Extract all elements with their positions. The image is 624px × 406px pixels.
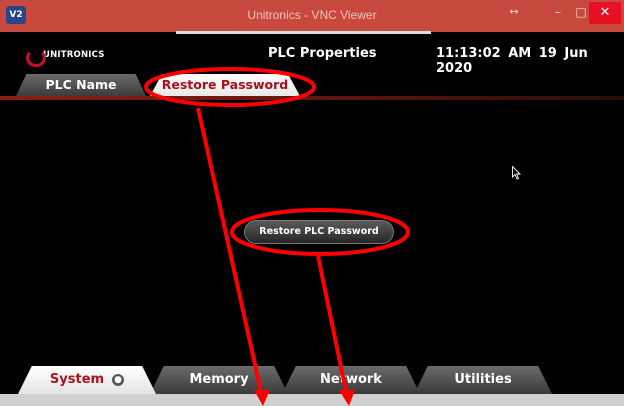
top-tab-bar: PLC Name Restore Password <box>0 74 624 96</box>
window-titlebar: V2 Unitronics - VNC Viewer ↔ – □ ✕ <box>0 0 624 32</box>
mouse-cursor-icon <box>512 166 522 180</box>
page-title: PLC Properties <box>268 46 377 61</box>
window-title: Unitronics - VNC Viewer <box>247 8 377 22</box>
annotation-arrow-line-1 <box>196 107 264 397</box>
minimize-button[interactable]: – <box>546 0 570 24</box>
unitronics-logo: UNITRONICS <box>26 47 105 67</box>
tab-restore-password[interactable]: Restore Password <box>150 74 300 96</box>
system-dot-icon: ● <box>112 373 125 386</box>
unitronics-logo-icon <box>26 48 46 67</box>
tab-memory-label: Memory <box>189 372 249 387</box>
logo-text: UNITRONICS <box>43 50 105 60</box>
restore-plc-password-button[interactable]: Restore PLC Password <box>244 220 394 244</box>
tab-utilities-label: Utilities <box>454 372 512 387</box>
tab-system[interactable]: System ● <box>18 366 156 394</box>
clock-time: 11:13:02 AM <box>436 46 532 61</box>
tab-system-label: System <box>49 372 105 387</box>
tab-plc-name[interactable]: PLC Name <box>16 74 146 96</box>
tab-memory[interactable]: Memory <box>150 366 288 394</box>
clock: 11:13:02 AM 19 Jun 2020 <box>436 46 624 76</box>
bottom-tab-bar: Utilities Network Memory System ● <box>0 364 624 394</box>
tab-network-label: Network <box>320 372 382 387</box>
bottom-bar <box>0 394 624 406</box>
tab-network[interactable]: Network <box>282 366 420 394</box>
close-button[interactable]: ✕ <box>589 2 621 24</box>
plc-header: UNITRONICS PLC Properties 11:13:02 AM 19… <box>0 34 624 76</box>
tab-underline <box>0 96 624 100</box>
tab-utilities[interactable]: Utilities <box>414 366 552 394</box>
resize-icon[interactable]: ↔ <box>502 0 526 24</box>
